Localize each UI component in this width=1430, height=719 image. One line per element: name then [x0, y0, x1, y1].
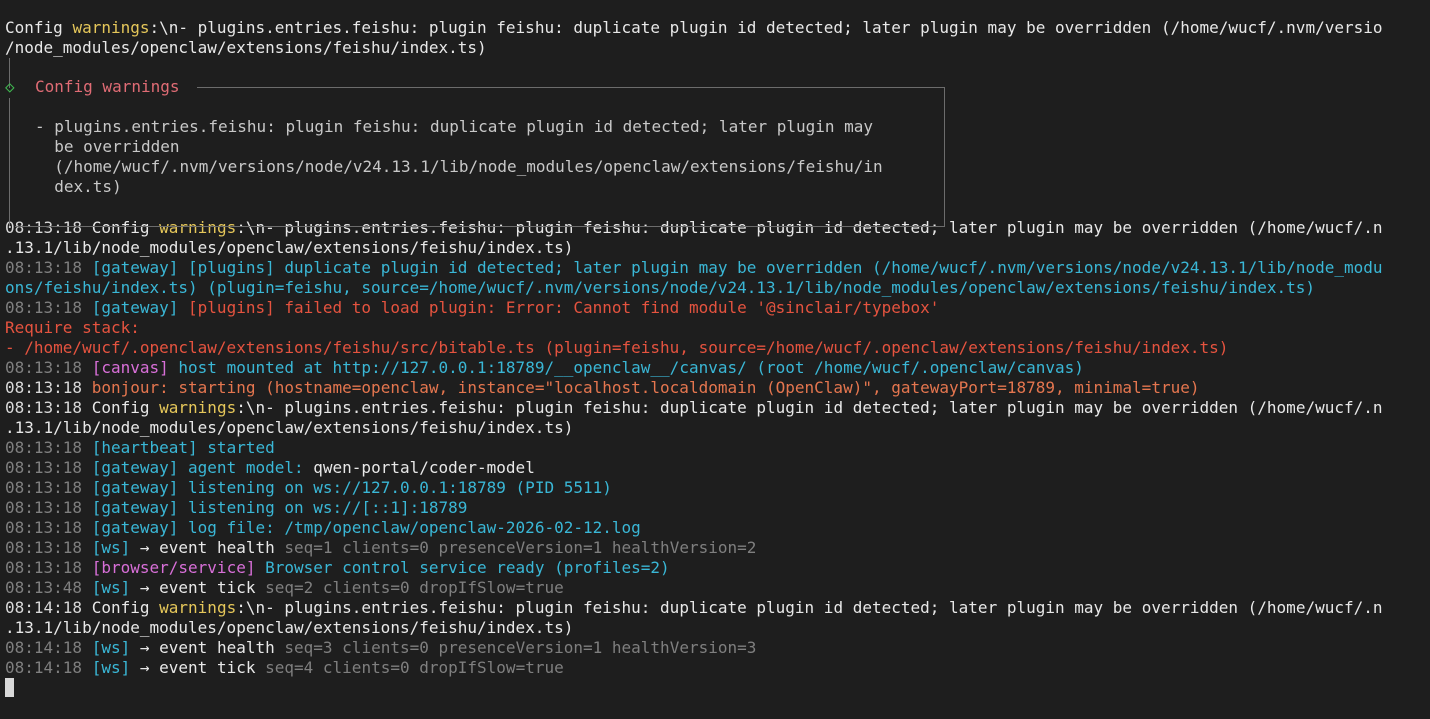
log-segment: qwen-portal/coder-model [313, 458, 535, 477]
log-segment: /node_modules/openclaw/extensions/feishu… [5, 38, 487, 57]
log-segment: [plugins] failed to load plugin: Error: … [188, 298, 940, 317]
log-segment: ons/feishu/index.ts) (plugin=feishu, sou… [5, 278, 1316, 297]
log-segment: [ws] [91, 638, 140, 657]
log-segment: [browser/service] [91, 558, 266, 577]
terminal-window[interactable]: Config warnings:\n- plugins.entries.feis… [0, 0, 1430, 719]
log-segment: [gateway] [91, 298, 189, 317]
log-segment: 08:13:18 [5, 558, 92, 577]
log-segment: 08:13:18 [5, 378, 92, 397]
log-segment: 08:13:18 [5, 458, 92, 477]
log-segment: .13.1/lib/node_modules/openclaw/extensio… [5, 418, 574, 437]
log-segment: warnings [72, 18, 150, 37]
box-body-line: dex.ts) [35, 177, 122, 196]
log-segment: 08:13:18 [5, 538, 92, 557]
log-segment: [gateway] listening on ws://127.0.0.1:18… [91, 478, 612, 497]
log-segment: [ws] [91, 578, 140, 597]
diamond-icon: ◇ [5, 77, 15, 96]
log-segment: 08:13:18 [5, 258, 92, 277]
cursor[interactable] [5, 678, 14, 697]
config-warnings-box: ◇ Config warnings - plugins.entries.feis… [5, 58, 1430, 227]
log-line: 08:14:18 Config warnings:\n- plugins.ent… [5, 598, 1430, 618]
log-line: 08:13:18 [gateway] [plugins] duplicate p… [5, 258, 1430, 278]
log-line: 08:13:18 [heartbeat] started [5, 438, 1430, 458]
log-segment: 08:13:18 [5, 438, 92, 457]
log-line: 08:14:18 [ws] → event health seq=3 clien… [5, 638, 1430, 658]
log-segment: Require stack: [5, 318, 140, 337]
log-segment: → event tick [139, 658, 266, 677]
log-line: 08:13:18 Config warnings:\n- plugins.ent… [5, 398, 1430, 418]
log-segment: [canvas] [91, 358, 179, 377]
log-segment: bonjour: starting (hostname=openclaw, in… [91, 378, 1200, 397]
log-lines-bottom: 08:13:18 Config warnings:\n- plugins.ent… [5, 218, 1430, 678]
log-segment: [gateway] log file: /tmp/openclaw/opencl… [91, 518, 641, 537]
log-line: - /home/wucf/.openclaw/extensions/feishu… [5, 338, 1430, 358]
log-line: 08:14:18 [ws] → event tick seq=4 clients… [5, 658, 1430, 678]
log-segment: 08:13:18 [5, 478, 92, 497]
log-segment: 08:13:48 [5, 578, 92, 597]
log-line: 08:13:18 [gateway] agent model: qwen-por… [5, 458, 1430, 478]
log-line: 08:13:48 [ws] → event tick seq=2 clients… [5, 578, 1430, 598]
log-line: 08:13:18 bonjour: starting (hostname=ope… [5, 378, 1430, 398]
log-line: 08:13:18 [gateway] listening on ws://[::… [5, 498, 1430, 518]
log-line: Require stack: [5, 318, 1430, 338]
log-segment: seq=4 clients=0 dropIfSlow=true [265, 658, 564, 677]
log-segment: Config [91, 598, 160, 617]
log-lines-top: Config warnings:\n- plugins.entries.feis… [5, 18, 1430, 58]
log-line: .13.1/lib/node_modules/openclaw/extensio… [5, 238, 1430, 258]
log-line: 08:13:18 [ws] → event health seq=1 clien… [5, 538, 1430, 558]
log-segment: :\n- plugins.entries.feishu: plugin feis… [236, 598, 1383, 617]
box-body-line: - plugins.entries.feishu: plugin feishu:… [35, 117, 874, 136]
log-line: 08:13:18 [gateway] log file: /tmp/opencl… [5, 518, 1430, 538]
log-segment: 08:14:18 [5, 658, 92, 677]
log-segment: host mounted at http://127.0.0.1:18789/_… [178, 358, 1084, 377]
log-segment: seq=2 clients=0 dropIfSlow=true [265, 578, 564, 597]
log-line: /node_modules/openclaw/extensions/feishu… [5, 38, 1430, 58]
log-segment: 08:14:18 [5, 638, 92, 657]
log-segment: - /home/wucf/.openclaw/extensions/feishu… [5, 338, 1229, 357]
box-body: - plugins.entries.feishu: plugin feishu:… [35, 117, 883, 197]
log-segment: [heartbeat] started [91, 438, 275, 457]
box-body-line: be overridden [35, 137, 180, 156]
log-segment: :\n- plugins.entries.feishu: plugin feis… [149, 18, 1383, 37]
prompt-line[interactable] [5, 678, 1430, 698]
log-segment: Browser control service ready (profiles=… [265, 558, 670, 577]
log-segment: 08:13:18 [5, 358, 92, 377]
box-body-line: (/home/wucf/.nvm/versions/node/v24.13.1/… [35, 157, 883, 176]
log-segment: 08:13:18 [5, 398, 92, 417]
log-line: 08:13:18 [canvas] host mounted at http:/… [5, 358, 1430, 378]
log-segment: 08:13:18 [5, 498, 92, 517]
log-segment: [ws] [91, 538, 140, 557]
log-segment: :\n- plugins.entries.feishu: plugin feis… [236, 398, 1383, 417]
log-segment: .13.1/lib/node_modules/openclaw/extensio… [5, 618, 574, 637]
log-line: .13.1/lib/node_modules/openclaw/extensio… [5, 618, 1430, 638]
log-segment: [ws] [91, 658, 140, 677]
box-gutter-line-lower [9, 98, 10, 226]
log-segment: 08:13:18 [5, 518, 92, 537]
log-line: .13.1/lib/node_modules/openclaw/extensio… [5, 418, 1430, 438]
log-line: 08:13:18 [gateway] listening on ws://127… [5, 478, 1430, 498]
log-segment: Config [91, 398, 160, 417]
log-line: Config warnings:\n- plugins.entries.feis… [5, 18, 1430, 38]
log-line: 08:13:18 [gateway] [plugins] failed to l… [5, 298, 1430, 318]
log-segment: → event tick [139, 578, 266, 597]
log-segment: 08:13:18 [5, 298, 92, 317]
log-segment: warnings [159, 398, 237, 417]
log-segment: seq=3 clients=0 presenceVersion=1 health… [284, 638, 757, 657]
log-segment: 08:14:18 [5, 598, 92, 617]
log-segment: [gateway] [plugins] duplicate plugin id … [91, 258, 1383, 277]
log-segment: Config [5, 18, 73, 37]
log-segment: → event health [139, 538, 285, 557]
log-segment: seq=1 clients=0 presenceVersion=1 health… [284, 538, 757, 557]
log-segment: .13.1/lib/node_modules/openclaw/extensio… [5, 238, 574, 257]
log-line: 08:13:18 [browser/service] Browser contr… [5, 558, 1430, 578]
log-line: ons/feishu/index.ts) (plugin=feishu, sou… [5, 278, 1430, 298]
log-segment: → event health [139, 638, 285, 657]
log-segment: warnings [159, 598, 237, 617]
log-segment: [gateway] listening on ws://[::1]:18789 [91, 498, 468, 517]
log-segment: [gateway] agent model: [91, 458, 314, 477]
